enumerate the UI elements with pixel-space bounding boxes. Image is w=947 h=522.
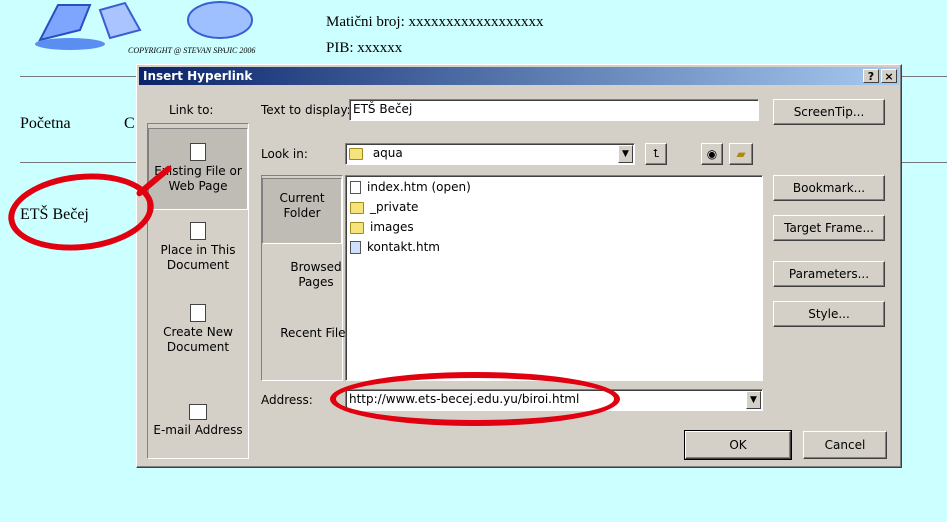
up-one-folder-button[interactable]: ⮤ [645,143,667,165]
file-name: kontakt.htm [367,240,440,254]
list-item[interactable]: kontakt.htm [350,238,440,256]
folder-icon [349,147,363,160]
browse-tabs: Current Folder Browsed Pages Recent File… [261,175,352,381]
link-email-address[interactable]: E-mail Address [148,404,248,454]
help-button[interactable]: ? [863,69,879,83]
text-to-display-input[interactable]: ETŠ Bečej [349,99,759,121]
look-in-label: Look in: [261,147,308,161]
look-in-select[interactable]: aqua ▼ [345,143,635,165]
list-item[interactable]: images [350,218,414,236]
nav-next-link[interactable]: C [124,115,135,133]
screentip-button[interactable]: ScreenTip... [773,99,885,125]
link-email-label: E-mail Address [153,423,243,437]
existing-file-icon [190,143,206,161]
open-folder-icon: ▰ [736,147,746,161]
maticni-broj-text: Matični broj: xxxxxxxxxxxxxxxxxx [326,14,544,30]
link-place-label: Place in This Document [160,243,236,272]
target-frame-button[interactable]: Target Frame... [773,215,885,241]
browse-web-button[interactable]: ◉ [701,143,723,165]
look-in-value: aqua [372,146,403,160]
bookmark-button[interactable]: Bookmark... [773,175,885,201]
browse-file-button[interactable]: ▰ [729,143,753,165]
email-icon [189,404,207,420]
chevron-down-icon[interactable]: ▼ [618,145,633,163]
link-place-in-document[interactable]: Place in This Document [148,222,248,292]
tab-current-folder[interactable]: Current Folder [262,178,342,244]
list-item[interactable]: _private [350,198,418,216]
file-name: _private [370,200,419,214]
ok-button[interactable]: OK [684,430,792,460]
new-document-icon [190,304,206,322]
dialog-titlebar[interactable]: Insert Hyperlink ? × [139,67,899,85]
pib-text: PIB: xxxxxx [326,40,403,56]
link-to-label: Link to: [169,103,214,117]
file-name: index.htm (open) [367,180,471,194]
close-button[interactable]: × [881,69,897,83]
style-button[interactable]: Style... [773,301,885,327]
globe-search-icon: ◉ [706,147,718,161]
ie-page-icon [350,181,361,194]
annotation-circle-link [4,166,158,258]
nav-home-link[interactable]: Početna [20,115,71,133]
annotation-circle-address [330,372,620,426]
list-item[interactable]: index.htm (open) [350,178,471,196]
file-list[interactable]: index.htm (open) _private images kontakt… [345,175,763,381]
chevron-down-icon[interactable]: ▼ [746,391,761,409]
place-in-document-icon [190,222,206,240]
file-name: images [370,220,414,234]
folder-icon [350,201,364,214]
text-to-display-label: Text to display: [261,103,351,117]
folder-icon [350,221,364,234]
html-page-icon [350,241,361,254]
copyright-text: COPYRIGHT @ STEVAN SPAJIC 2006 [128,46,256,55]
link-create-label: Create New Document [163,325,233,354]
parameters-button[interactable]: Parameters... [773,261,885,287]
dialog-title: Insert Hyperlink [143,69,253,83]
address-label: Address: [261,393,313,407]
cancel-button[interactable]: Cancel [803,431,887,459]
link-create-new-document[interactable]: Create New Document [148,304,248,374]
